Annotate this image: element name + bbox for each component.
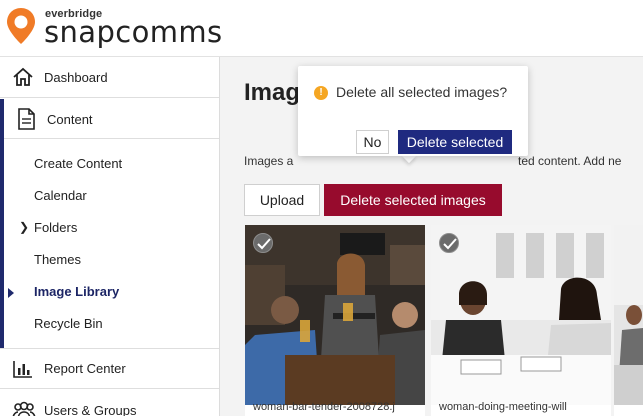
chevron-right-icon[interactable]: ❯ [19, 220, 29, 234]
page-description-continued: ted content. Add ne [518, 154, 622, 168]
delete-selected-images-button[interactable]: Delete selected images [324, 184, 502, 216]
home-icon [12, 66, 34, 88]
image-card[interactable]: woman-doing-meeting-will [431, 225, 611, 416]
sidebar-item-themes[interactable]: Themes [34, 252, 81, 267]
brand-product: snapcomms [44, 15, 223, 49]
image-caption: woman-doing-meeting-will [439, 401, 567, 413]
image-thumbnail [245, 225, 425, 405]
sidebar-item-label: Content [47, 112, 93, 127]
sidebar-item-label: Report Center [44, 361, 126, 376]
sidebar-item-label: Dashboard [44, 69, 108, 85]
sidebar-item-users-groups[interactable]: Users & Groups [0, 390, 219, 416]
warning-icon: ! [314, 86, 328, 100]
sidebar-item-calendar[interactable]: Calendar [34, 188, 87, 203]
sidebar-item-dashboard[interactable]: Dashboard [0, 57, 219, 98]
selected-check-icon[interactable] [439, 233, 459, 253]
popover-message: Delete all selected images? [336, 84, 508, 100]
bar-chart-icon [12, 358, 34, 380]
sidebar-item-content[interactable]: Content [4, 99, 219, 139]
sidebar-item-report-center[interactable]: Report Center [0, 348, 219, 389]
sidebar-item-folders[interactable]: Folders [34, 220, 77, 235]
selected-check-icon[interactable] [253, 233, 273, 253]
upload-button[interactable]: Upload [244, 184, 320, 216]
sidebar-item-image-library[interactable]: Image Library [34, 284, 119, 299]
cancel-no-button[interactable]: No [356, 130, 389, 154]
confirm-delete-button[interactable]: Delete selected [398, 130, 512, 154]
document-icon [16, 108, 36, 130]
sidebar-item-create-content[interactable]: Create Content [34, 156, 122, 171]
delete-confirm-popover: ! Delete all selected images? No Delete … [298, 66, 528, 156]
image-thumbnail [431, 225, 611, 405]
app-header: everbridge snapcomms [0, 0, 643, 57]
page-description: Images a [244, 154, 294, 168]
page-title: Imag [244, 79, 301, 106]
sidebar-item-label: Users & Groups [44, 403, 137, 416]
image-card[interactable] [614, 225, 643, 416]
content-section: Content Create Content Calendar ❯ Folder… [0, 99, 219, 348]
users-icon [12, 400, 36, 416]
active-item-marker [8, 288, 14, 298]
brand-pin-icon [6, 7, 36, 45]
image-caption: woman-bar-tender-2008728.j [253, 401, 395, 413]
sidebar-item-recycle-bin[interactable]: Recycle Bin [34, 316, 103, 331]
sidebar: Dashboard Content Create Content Calenda… [0, 57, 220, 416]
image-thumbnail [614, 225, 643, 405]
image-card[interactable]: woman-bar-tender-2008728.j [245, 225, 425, 416]
